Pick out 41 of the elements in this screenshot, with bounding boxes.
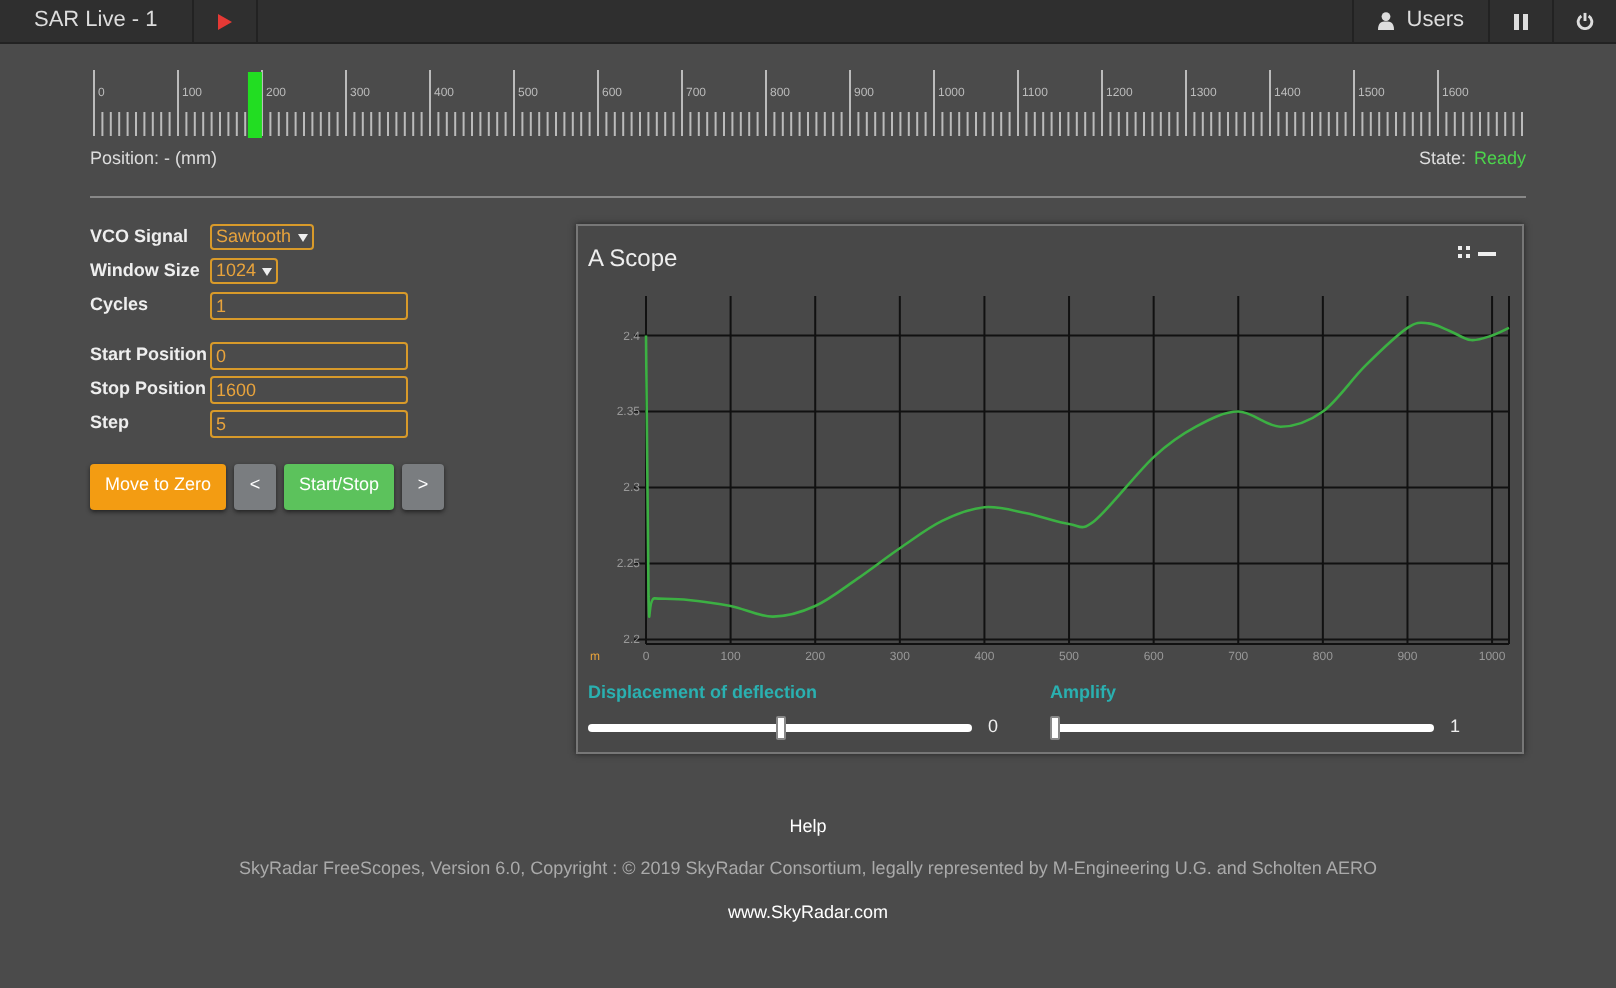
step-button[interactable]: >	[402, 463, 444, 509]
slider-label: Displacement of deflection	[588, 679, 820, 706]
input-field[interactable]: 1	[210, 291, 408, 319]
step-button[interactable]: <	[234, 463, 276, 509]
minimize-icon[interactable]	[1478, 251, 1496, 255]
input-field[interactable]: 5	[210, 409, 408, 437]
position-label: Position: - (mm)	[90, 146, 218, 172]
power-icon	[1576, 12, 1594, 30]
window-title: SAR Live - 1	[0, 0, 194, 42]
dropdown[interactable]: Sawtooth	[210, 224, 314, 250]
input-field[interactable]: 0	[210, 341, 408, 369]
slider-label: Amplify	[1050, 679, 1119, 706]
field-label: Stop Position	[90, 375, 208, 402]
slider-thumb[interactable]	[1050, 715, 1061, 740]
copyright-text: SkyRadar FreeScopes, Version 6.0, Copyright : © 2019 SkyRadar Consortium, legally represented by M-Engineering U.G. and Scholten AERO	[239, 856, 1377, 882]
field-label: Start Position	[90, 341, 210, 368]
website-link[interactable]: www.SkyRadar.com	[727, 899, 889, 926]
field-label: Step	[90, 409, 132, 436]
field-label: Cycles	[90, 291, 151, 318]
dropdown[interactable]: 1024	[210, 258, 279, 284]
user-icon	[1378, 12, 1395, 30]
expand-icon[interactable]	[1458, 245, 1470, 257]
field-label: Window Size	[90, 257, 202, 284]
input-field[interactable]: 1600	[210, 375, 408, 403]
move-to-zero-button[interactable]: Move to Zero	[90, 463, 226, 509]
help-link[interactable]: Help	[789, 813, 827, 840]
slider-thumb[interactable]	[775, 715, 785, 740]
slider-value: 1	[1450, 714, 1461, 740]
play-icon	[217, 13, 232, 29]
state-value: Ready	[1473, 146, 1526, 172]
slider[interactable]	[1050, 715, 1435, 740]
field-label: VCO Signal	[90, 223, 191, 250]
scope-title: A Scope	[588, 241, 678, 275]
pause-icon	[1514, 13, 1528, 29]
slider-value: 0	[988, 714, 999, 740]
state-label: State:	[1418, 146, 1466, 172]
caret-icon	[262, 267, 273, 275]
start-stop-button[interactable]: Start/Stop	[284, 463, 394, 509]
caret-icon	[297, 233, 308, 241]
users-button[interactable]: Users	[1352, 0, 1488, 42]
slider[interactable]	[588, 715, 972, 740]
